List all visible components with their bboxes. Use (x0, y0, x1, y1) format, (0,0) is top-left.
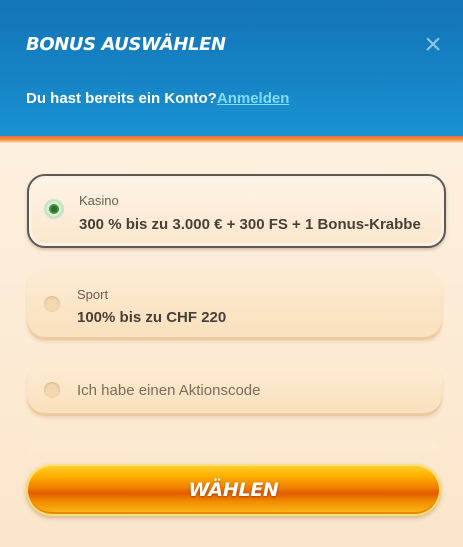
modal-title: BONUS AUSWÄHLEN (26, 34, 226, 55)
header-stripe (0, 136, 463, 143)
option-category: Kasino (79, 193, 119, 208)
radio-checked-icon (46, 201, 62, 217)
bonus-option-casino[interactable]: Kasino 300 % bis zu 3.000 € + 300 FS + 1… (27, 174, 446, 248)
choose-button[interactable]: WÄHLEN (26, 464, 441, 516)
modal-header: BONUS AUSWÄHLEN × Du hast bereits ein Ko… (0, 0, 463, 139)
login-link[interactable]: Anmelden (217, 90, 290, 107)
option-offer: 100% bis zu CHF 220 (77, 309, 227, 326)
bonus-option-sport[interactable]: Sport 100% bis zu CHF 220 (27, 270, 442, 340)
radio-unchecked-icon (44, 296, 60, 312)
radio-unchecked-icon (44, 382, 60, 398)
close-icon[interactable]: × (420, 30, 446, 60)
account-text: Du hast bereits ein Konto? (26, 90, 217, 107)
promo-code-option[interactable]: Ich habe einen Aktionscode (27, 365, 442, 416)
promo-code-label: Ich habe einen Aktionscode (77, 382, 261, 399)
option-offer: 300 % bis zu 3.000 € + 300 FS + 1 Bonus-… (79, 216, 421, 233)
option-category: Sport (77, 287, 109, 302)
account-prompt: Du hast bereits ein Konto?Anmelden (26, 90, 289, 107)
choose-button-label: WÄHLEN (188, 479, 279, 501)
